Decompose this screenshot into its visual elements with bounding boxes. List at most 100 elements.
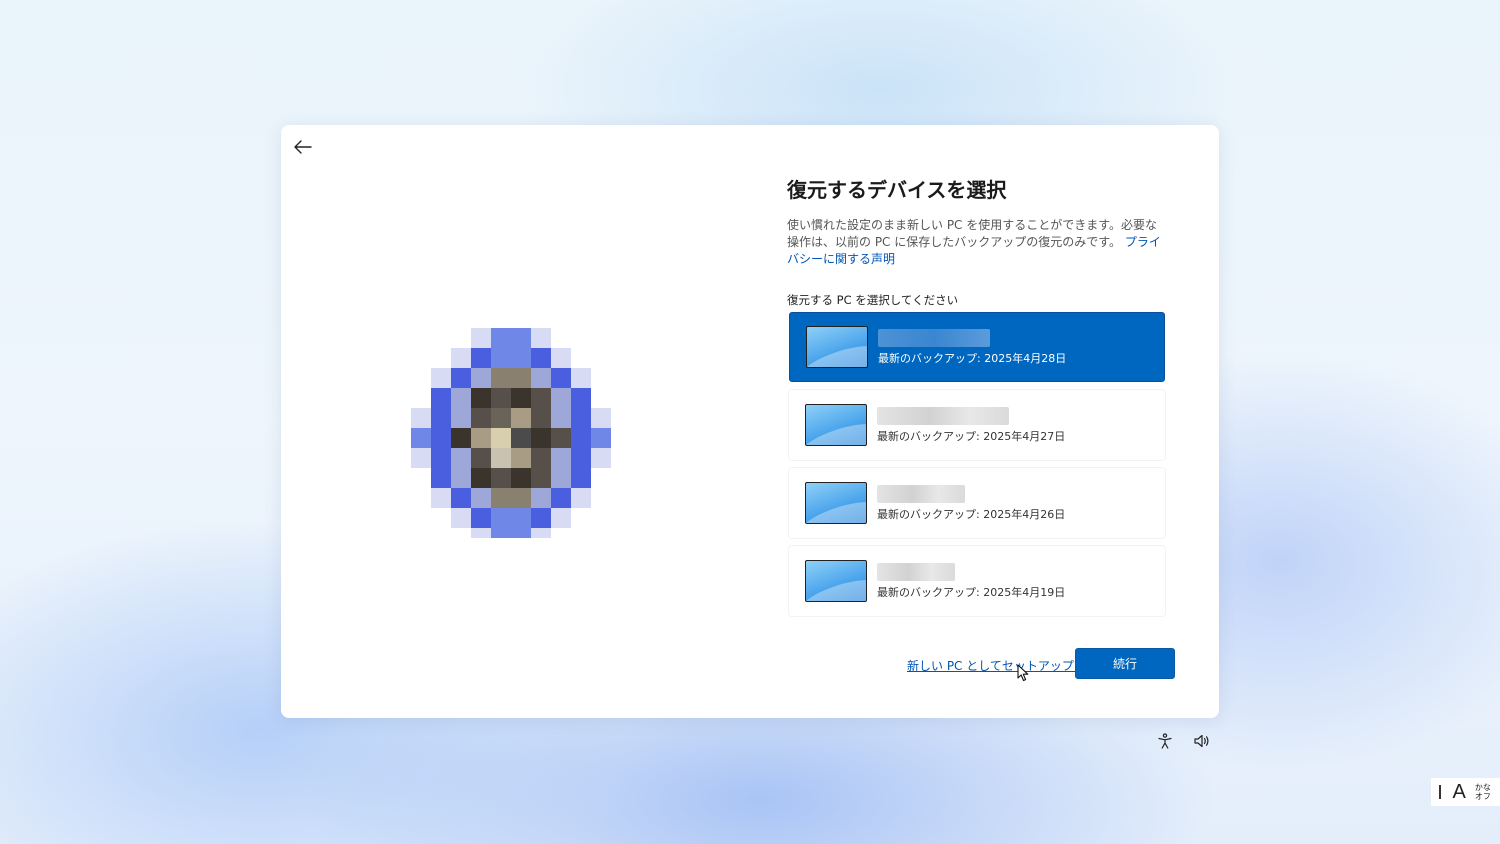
description: 使い慣れた設定のまま新しい PC を使用することができます。必要な操作は、以前の… — [787, 217, 1167, 268]
page-title: 復元するデバイスを選択 — [787, 178, 1007, 202]
avatar-pixel — [451, 428, 471, 448]
avatar-pixel — [491, 428, 511, 448]
avatar-pixel — [571, 428, 591, 448]
avatar-pixel — [571, 468, 591, 488]
continue-button[interactable]: 続行 — [1075, 648, 1175, 679]
avatar-pixel — [471, 348, 491, 368]
ime-kana-mode: かな オフ — [1475, 783, 1491, 801]
device-option-1[interactable]: 最新のバックアップ: 2025年4月28日 — [789, 312, 1165, 382]
setup-as-new-pc-link[interactable]: 新しい PC としてセットアップする — [907, 657, 1098, 674]
avatar-pixel — [471, 408, 491, 428]
avatar-pixel — [431, 408, 451, 428]
avatar-pixel — [471, 368, 491, 388]
avatar-pixel — [511, 448, 531, 468]
avatar-pixel — [411, 448, 431, 468]
device-name-redacted — [877, 406, 1009, 425]
back-arrow-icon — [294, 140, 312, 154]
oobe-dialog: 復元するデバイスを選択 使い慣れた設定のまま新しい PC を使用することができま… — [281, 125, 1219, 718]
volume-button[interactable] — [1192, 731, 1212, 751]
dialog-content: 復元するデバイスを選択 使い慣れた設定のまま新しい PC を使用することができま… — [787, 177, 1167, 308]
mouse-cursor-icon — [1017, 664, 1029, 682]
avatar-pixel — [531, 488, 551, 508]
avatar-pixel — [551, 448, 571, 468]
avatar-pixel — [491, 368, 511, 388]
avatar-pixel — [451, 468, 471, 488]
avatar-pixel — [551, 368, 571, 388]
avatar-pixel — [551, 388, 571, 408]
avatar-pixel — [591, 408, 611, 428]
avatar-pixel — [551, 468, 571, 488]
avatar-pixel — [451, 408, 471, 428]
avatar-pixel — [471, 448, 491, 468]
avatar-pixel — [491, 388, 511, 408]
avatar-pixel — [531, 328, 551, 348]
avatar-pixel — [511, 528, 531, 538]
avatar-pixel — [451, 348, 471, 368]
avatar-pixel — [531, 468, 551, 488]
ime-input-mode: A — [1452, 781, 1466, 803]
avatar-pixel — [471, 468, 491, 488]
device-info: 最新のバックアップ: 2025年4月26日 — [877, 484, 1066, 522]
avatar-pixel — [531, 368, 551, 388]
avatar-pixel — [551, 508, 571, 528]
volume-icon — [1194, 734, 1209, 748]
device-name-redacted — [877, 562, 955, 581]
avatar-pixel — [531, 528, 551, 538]
avatar-pixel — [471, 428, 491, 448]
back-button[interactable] — [289, 133, 317, 161]
avatar-pixel — [571, 488, 591, 508]
ime-indicator[interactable]: A かな オフ — [1431, 778, 1500, 806]
avatar-pixel — [431, 468, 451, 488]
monitor-icon — [806, 326, 868, 368]
avatar-pixel — [491, 348, 511, 368]
avatar-pixel — [451, 508, 471, 528]
avatar-pixel — [411, 408, 431, 428]
device-list: 最新のバックアップ: 2025年4月28日 最新のバックアップ: 2025年4月… — [789, 312, 1165, 624]
device-name-redacted — [878, 328, 990, 347]
accessibility-icon — [1158, 733, 1172, 749]
avatar-pixel — [491, 448, 511, 468]
device-name-redacted — [877, 484, 965, 503]
avatar-pixel — [431, 368, 451, 388]
avatar-pixel — [511, 328, 531, 348]
device-option-4[interactable]: 最新のバックアップ: 2025年4月19日 — [789, 546, 1165, 616]
avatar-pixel — [531, 448, 551, 468]
avatar-pixel — [491, 408, 511, 428]
avatar-pixel — [491, 528, 511, 538]
device-info: 最新のバックアップ: 2025年4月28日 — [878, 328, 1066, 366]
avatar-pixel — [571, 368, 591, 388]
device-option-2[interactable]: 最新のバックアップ: 2025年4月27日 — [789, 390, 1165, 460]
avatar-pixel — [571, 448, 591, 468]
avatar-pixel — [531, 428, 551, 448]
accessibility-button[interactable] — [1155, 731, 1175, 751]
avatar-pixel — [511, 348, 531, 368]
device-backup-date: 最新のバックアップ: 2025年4月26日 — [877, 507, 1066, 521]
device-list-label: 復元する PC を選択してください — [787, 293, 959, 307]
avatar-pixel — [531, 388, 551, 408]
avatar-pixel — [451, 388, 471, 408]
avatar-pixel — [451, 368, 471, 388]
avatar-pixel — [571, 388, 591, 408]
avatar-pixel — [451, 448, 471, 468]
avatar-pixel — [511, 468, 531, 488]
text-cursor-icon — [1439, 785, 1441, 799]
avatar-pixel — [511, 488, 531, 508]
avatar-pixel — [551, 488, 571, 508]
avatar-pixel — [511, 428, 531, 448]
avatar-pixel — [551, 348, 571, 368]
device-backup-date: 最新のバックアップ: 2025年4月19日 — [877, 585, 1066, 599]
avatar-pixel — [471, 528, 491, 538]
avatar-pixel — [431, 428, 451, 448]
avatar-pixel — [591, 428, 611, 448]
ime-kana-line1: かな — [1474, 783, 1491, 792]
monitor-icon — [805, 482, 867, 524]
avatar-pixel — [451, 488, 471, 508]
avatar-pixel — [491, 488, 511, 508]
avatar-pixel — [511, 408, 531, 428]
monitor-icon — [805, 404, 867, 446]
device-option-3[interactable]: 最新のバックアップ: 2025年4月26日 — [789, 468, 1165, 538]
avatar-pixel — [551, 408, 571, 428]
user-avatar — [401, 318, 621, 538]
avatar-pixel — [431, 488, 451, 508]
avatar-pixel — [491, 328, 511, 348]
